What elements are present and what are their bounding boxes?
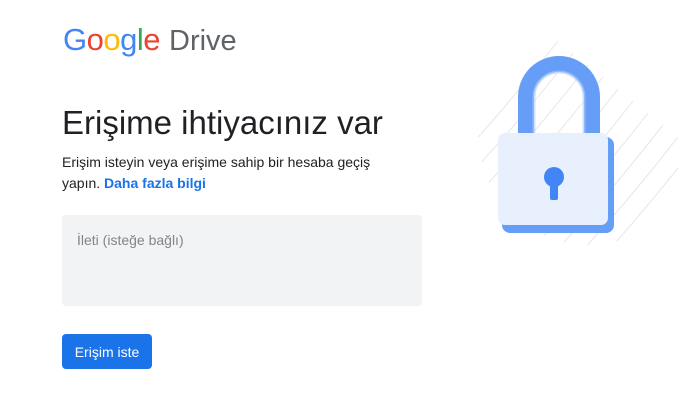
padlock-icon: [478, 40, 678, 245]
logo-letter: G: [63, 22, 87, 57]
request-access-button[interactable]: Erişim iste: [62, 334, 152, 369]
page-description: Erişim isteyin veya erişime sahip bir he…: [62, 152, 402, 194]
google-drive-logo: Google Drive: [63, 22, 237, 58]
logo-letter: g: [120, 22, 137, 57]
page-title: Erişime ihtiyacınız var: [62, 104, 383, 141]
keyhole-slot: [550, 180, 558, 200]
access-denied-page: Google Drive Erişime ihtiyacınız var Eriş…: [0, 0, 692, 402]
logo-product-name: Drive: [169, 25, 237, 57]
logo-letter: o: [86, 22, 104, 57]
logo-letter: o: [103, 22, 121, 57]
logo-letter: e: [143, 22, 161, 57]
message-input[interactable]: [62, 215, 422, 306]
learn-more-link[interactable]: Daha fazla bilgi: [104, 175, 206, 191]
